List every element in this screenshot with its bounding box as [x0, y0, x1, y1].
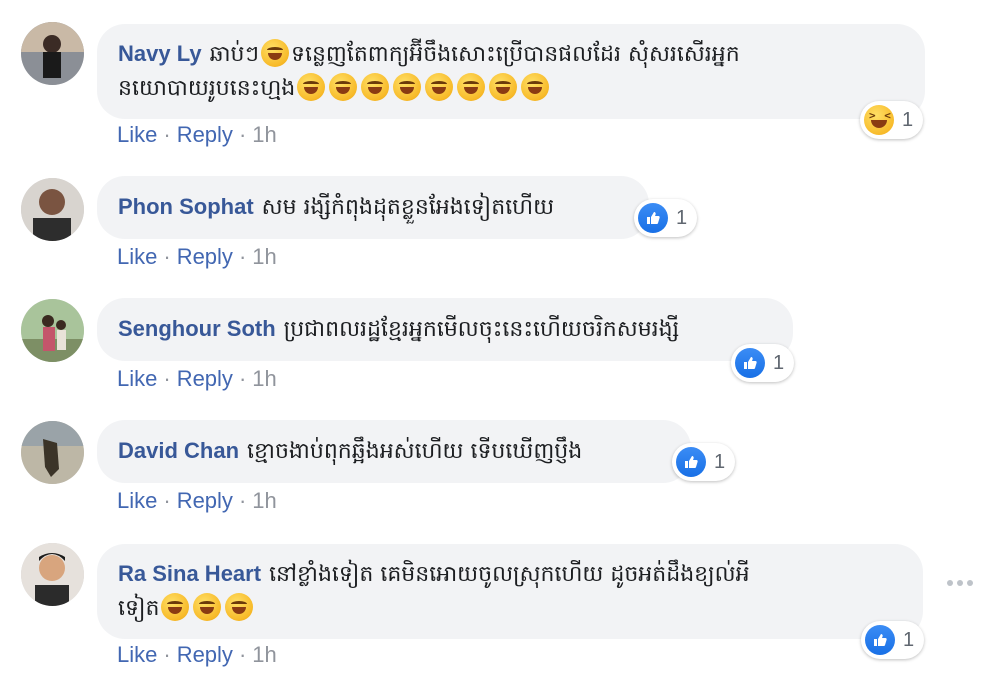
- reaction-summary[interactable]: 1: [634, 199, 698, 237]
- reaction-count: 1: [676, 206, 688, 229]
- tears-of-joy-emoji: [521, 73, 550, 101]
- tears-of-joy-emoji: [393, 73, 422, 101]
- reaction-count: 1: [773, 351, 785, 374]
- timestamp[interactable]: 1h: [252, 122, 276, 147]
- separator: ·: [163, 488, 171, 513]
- avatar[interactable]: [21, 22, 84, 85]
- comment-bubble: Senghour Soth ប្រជាពលរដ្ឋខ្មែរអ្នកមើលចុះន…: [97, 298, 793, 361]
- avatar[interactable]: [21, 178, 84, 241]
- separator: ·: [163, 366, 171, 391]
- reaction-summary[interactable]: 1: [861, 621, 925, 659]
- comment-text: ឆាប់ៗ: [209, 42, 259, 67]
- tears-of-joy-emoji: [193, 593, 222, 621]
- comment-author[interactable]: Senghour Soth: [118, 316, 276, 341]
- comment-actions: Like · Reply · 1h: [117, 244, 277, 270]
- comment-actions: Like · Reply · 1h: [117, 122, 277, 148]
- reaction-count: 1: [714, 450, 726, 473]
- comment-bubble: Navy Ly ឆាប់ៗ ទន្លេញតែពាក្យអ៊ីចឹងសោះប្រើបា…: [97, 24, 925, 119]
- comment-text: នៅខ្លាំងទៀត គេមិនអោយចូលស្រុកហើយ ដូចអត់ដឹ…: [269, 562, 750, 587]
- tears-of-joy-emoji: [457, 73, 486, 101]
- comment-actions: Like · Reply · 1h: [117, 366, 277, 392]
- comment-author[interactable]: Phon Sophat: [118, 194, 254, 219]
- reply-link[interactable]: Reply: [177, 366, 233, 391]
- comment-bubble: David Chan ខ្មោចងាប់ពុកឆ្អឹងអស់ហើយ ទើបឃើញ…: [97, 420, 691, 483]
- reaction-summary[interactable]: 1: [672, 443, 736, 481]
- timestamp[interactable]: 1h: [252, 366, 276, 391]
- separator: ·: [163, 122, 171, 147]
- comment-text-cont: ទន្លេញតែពាក្យអ៊ីចឹងសោះប្រើបានផលដែរ សុំសរ…: [291, 42, 740, 67]
- comment-actions: Like · Reply · 1h: [117, 642, 277, 668]
- avatar[interactable]: [21, 421, 84, 484]
- avatar[interactable]: [21, 299, 84, 362]
- timestamp[interactable]: 1h: [252, 244, 276, 269]
- tears-of-joy-emoji: [161, 593, 190, 621]
- comment-bubble: Ra Sina Heart នៅខ្លាំងទៀត គេមិនអោយចូលស្រុ…: [97, 544, 923, 639]
- tears-of-joy-emoji: [425, 73, 454, 101]
- reaction-count: 1: [903, 628, 915, 651]
- comment-text-line2: នយោបាយរូបនេះហ្មង: [118, 76, 296, 101]
- like-link[interactable]: Like: [117, 488, 157, 513]
- reaction-summary[interactable]: 1: [860, 101, 924, 139]
- like-link[interactable]: Like: [117, 122, 157, 147]
- tears-of-joy-emoji: [261, 39, 289, 67]
- laughing-face-icon: [864, 105, 894, 135]
- reply-link[interactable]: Reply: [177, 642, 233, 667]
- comment-text-line2: ទៀត: [118, 596, 160, 621]
- thumbs-up-icon: [638, 203, 668, 233]
- tears-of-joy-emoji: [489, 73, 518, 101]
- comment-text: ខ្មោចងាប់ពុកឆ្អឹងអស់ហើយ ទើបឃើញប្ញឹង: [247, 439, 583, 464]
- comment-text: សម រង្សីកំពុងដុតខ្លួនអែងទៀតហើយ: [261, 195, 555, 220]
- separator: ·: [238, 244, 247, 269]
- reaction-summary[interactable]: 1: [731, 344, 795, 382]
- reaction-count: 1: [902, 108, 914, 131]
- timestamp[interactable]: 1h: [252, 488, 276, 513]
- tears-of-joy-emoji: [297, 73, 326, 101]
- emoji-row: [295, 73, 551, 101]
- comment-actions: Like · Reply · 1h: [117, 488, 277, 514]
- tears-of-joy-emoji: [329, 73, 358, 101]
- thumbs-up-icon: [865, 625, 895, 655]
- like-link[interactable]: Like: [117, 366, 157, 391]
- separator: ·: [163, 642, 171, 667]
- reply-link[interactable]: Reply: [177, 488, 233, 513]
- more-options-icon[interactable]: [947, 578, 973, 588]
- tears-of-joy-emoji: [361, 73, 390, 101]
- separator: ·: [238, 488, 247, 513]
- tears-of-joy-emoji: [225, 593, 254, 621]
- like-link[interactable]: Like: [117, 244, 157, 269]
- thumbs-up-icon: [676, 447, 706, 477]
- separator: ·: [163, 244, 171, 269]
- separator: ·: [238, 366, 247, 391]
- separator: ·: [238, 642, 247, 667]
- comment-text: ប្រជាពលរដ្ឋខ្មែរអ្នកមើលចុះនេះហើយចរិកសមរង…: [283, 317, 680, 342]
- comment-author[interactable]: Navy Ly: [118, 41, 202, 66]
- reply-link[interactable]: Reply: [177, 244, 233, 269]
- reply-link[interactable]: Reply: [177, 122, 233, 147]
- timestamp[interactable]: 1h: [252, 642, 276, 667]
- comment-author[interactable]: Ra Sina Heart: [118, 561, 261, 586]
- separator: ·: [238, 122, 247, 147]
- thumbs-up-icon: [735, 348, 765, 378]
- like-link[interactable]: Like: [117, 642, 157, 667]
- comment-author[interactable]: David Chan: [118, 438, 239, 463]
- avatar[interactable]: [21, 543, 84, 606]
- comment-bubble: Phon Sophat សម រង្សីកំពុងដុតខ្លួនអែងទៀតហើ…: [97, 176, 649, 239]
